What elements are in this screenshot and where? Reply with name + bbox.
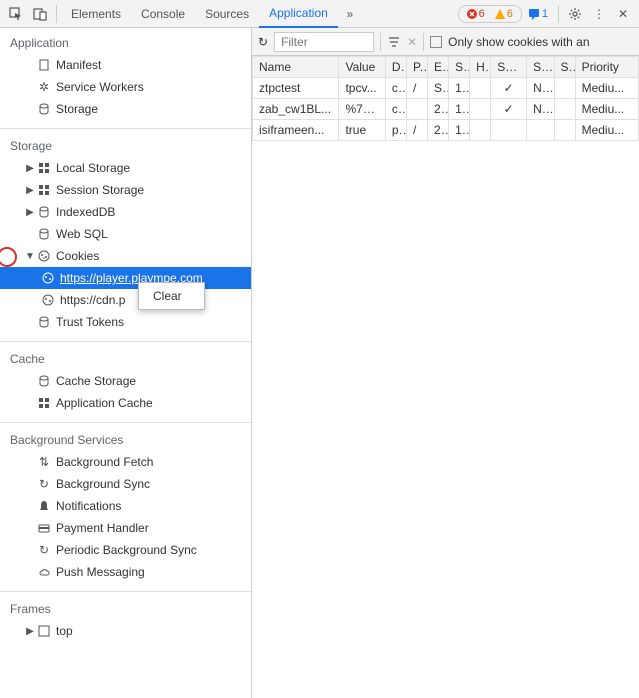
database-icon [36,228,52,240]
app-sidebar: Application Manifest ✲Service Workers St… [0,28,252,698]
database-icon [36,375,52,387]
sidebar-item-manifest[interactable]: Manifest [0,54,251,76]
sidebar-item-websql[interactable]: Web SQL [0,223,251,245]
section-cache: Cache [0,344,251,370]
gear-small-icon: ✲ [36,80,52,94]
cookie-icon [40,294,56,306]
sidebar-item-storage[interactable]: Storage [0,98,251,120]
filter-settings-icon[interactable] [387,35,401,49]
devtools-tabbar: Elements Console Sources Application » 6… [0,0,639,28]
only-cookies-label: Only show cookies with an [448,35,589,49]
col-secure[interactable]: Sec.. [491,57,527,78]
gear-icon[interactable] [563,2,587,26]
inspect-icon[interactable] [4,2,28,26]
grid-icon [36,184,52,196]
sidebar-item-indexeddb[interactable]: ▶IndexedDB [0,201,251,223]
col-samesite[interactable]: Sa.. [527,57,554,78]
cloud-icon [36,566,52,578]
clear-filter-icon[interactable]: ✕ [407,35,417,49]
section-frames: Frames [0,594,251,620]
messages-badge[interactable]: 1 [526,8,550,20]
cookies-table: Name Value D.. P.. E.. S.. H.. Sec.. Sa.… [252,56,639,698]
sidebar-item-cache-storage[interactable]: Cache Storage [0,370,251,392]
frame-icon [36,625,52,637]
sidebar-item-service-workers[interactable]: ✲Service Workers [0,76,251,98]
sync-icon: ↻ [36,477,52,491]
warning-badge: 6 [493,8,515,20]
sidebar-item-periodic-sync[interactable]: ↻Periodic Background Sync [0,539,251,561]
sidebar-item-local-storage[interactable]: ▶Local Storage [0,157,251,179]
filter-input[interactable] [274,32,374,52]
section-bg-services: Background Services [0,425,251,451]
sidebar-item-cookie-origin-2[interactable]: https://cdn.p [0,289,251,311]
tab-elements[interactable]: Elements [61,0,131,28]
refresh-icon[interactable]: ↻ [258,35,268,49]
card-icon [36,522,52,534]
section-application: Application [0,28,251,54]
context-menu: Clear [138,282,205,310]
error-badge: 6 [465,8,487,20]
sidebar-item-notifications[interactable]: Notifications [0,495,251,517]
more-tabs-icon[interactable]: » [338,2,362,26]
table-row[interactable]: zab_cw1BL...%7B...c...2...1...✓N...Mediu… [253,99,639,120]
sidebar-item-bg-sync[interactable]: ↻Background Sync [0,473,251,495]
sidebar-item-app-cache[interactable]: Application Cache [0,392,251,414]
cookie-icon [36,250,52,262]
cookie-icon [40,272,56,284]
table-row[interactable]: ztpctesttpcv...c.../S...1...✓N...Mediu..… [253,78,639,99]
table-header-row: Name Value D.. P.. E.. S.. H.. Sec.. Sa.… [253,57,639,78]
col-expires[interactable]: E.. [428,57,449,78]
col-sameparty[interactable]: S.. [554,57,575,78]
kebab-icon[interactable]: ⋮ [587,2,611,26]
device-toggle-icon[interactable] [28,2,52,26]
tab-application[interactable]: Application [259,0,338,28]
col-path[interactable]: P.. [406,57,427,78]
sidebar-item-top-frame[interactable]: ▶top [0,620,251,642]
tab-sources[interactable]: Sources [195,0,259,28]
document-icon [36,59,52,71]
database-icon [36,206,52,218]
sidebar-item-cookies[interactable]: ▼Cookies [0,245,251,267]
sidebar-item-trust-tokens[interactable]: Trust Tokens [0,311,251,333]
col-domain[interactable]: D.. [385,57,406,78]
sidebar-item-cookie-origin-1[interactable]: https://player.plaympe.com [0,267,251,289]
tab-console[interactable]: Console [131,0,195,28]
table-row[interactable]: isiframeen...truep.../2...1...Mediu... [253,120,639,141]
bell-icon [36,500,52,512]
section-storage: Storage [0,131,251,157]
ctx-clear[interactable]: Clear [139,285,204,307]
col-httponly[interactable]: H.. [470,57,491,78]
grid-icon [36,397,52,409]
database-icon [36,103,52,115]
col-value[interactable]: Value [339,57,385,78]
sidebar-item-bg-fetch[interactable]: ⇅Background Fetch [0,451,251,473]
sync-icon: ↻ [36,543,52,557]
sidebar-item-payment[interactable]: Payment Handler [0,517,251,539]
close-icon[interactable]: ✕ [611,2,635,26]
cookie-filter-bar: ↻ ✕ Only show cookies with an [252,28,639,56]
col-size[interactable]: S.. [449,57,470,78]
status-pill[interactable]: 6 6 [458,5,522,23]
col-name[interactable]: Name [253,57,339,78]
col-priority[interactable]: Priority [575,57,638,78]
transfer-icon: ⇅ [36,455,52,469]
only-cookies-checkbox[interactable] [430,36,442,48]
database-icon [36,316,52,328]
sidebar-item-session-storage[interactable]: ▶Session Storage [0,179,251,201]
sidebar-item-push[interactable]: Push Messaging [0,561,251,583]
grid-icon [36,162,52,174]
